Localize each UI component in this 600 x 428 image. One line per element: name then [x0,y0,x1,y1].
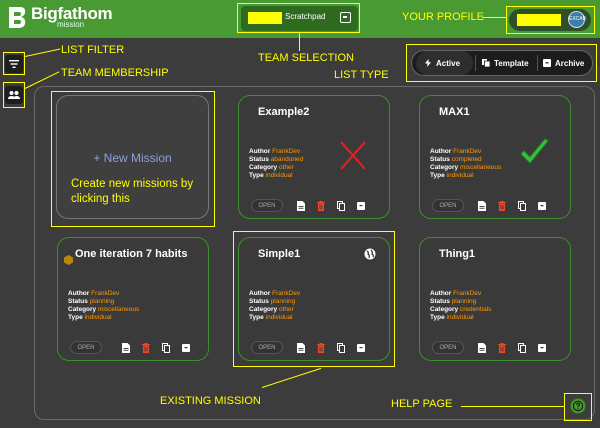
open-button[interactable]: OPEN [251,199,283,212]
mission-meta: Author FrankDev Status completed Categor… [430,148,502,179]
brand-logo[interactable]: Bigfathom mission [6,4,113,30]
mission-card-max1[interactable]: MAX1 Author FrankDev Status completed Ca… [419,95,571,219]
mission-card-example2[interactable]: Example2 Author FrankDev Status abandone… [238,95,390,219]
archive-icon[interactable] [357,201,365,211]
mission-title: MAX1 [439,106,470,118]
document-icon[interactable] [478,201,486,211]
duplicate-icon[interactable] [337,201,345,211]
annotation-list-type: LIST TYPE [334,69,389,81]
open-button[interactable]: OPEN [432,199,464,212]
annotation-your-profile: YOUR PROFILE [402,11,484,23]
mission-title: One iteration 7 habits [75,248,188,260]
trash-icon[interactable] [498,201,506,211]
card-actions: OPEN [432,199,558,215]
duplicate-icon[interactable] [162,343,170,353]
duplicate-icon[interactable] [518,343,526,353]
mission-title: Thing1 [439,248,476,260]
mission-title: Example2 [258,106,310,118]
annotation-box-profile [506,6,595,34]
trash-icon[interactable] [317,201,325,211]
card-actions: OPEN [432,341,558,357]
archive-icon[interactable] [538,343,546,353]
mission-card-one-iteration[interactable]: One iteration 7 habits Author FrankDev S… [57,237,209,361]
x-icon [340,141,366,170]
trash-icon[interactable] [498,343,506,353]
checkmark-icon [520,138,549,164]
annotation-help-page: HELP PAGE [391,398,453,410]
mission-card-thing1[interactable]: Thing1 Author FrankDev Status planning C… [419,237,571,361]
logo-mark-icon [9,7,26,28]
mission-meta: Author FrankDev Status planning Category… [430,290,492,321]
card-actions: OPEN [70,341,196,357]
document-icon[interactable] [478,343,486,353]
annotation-box-existing-mission [233,231,395,367]
duplicate-icon[interactable] [518,201,526,211]
annotation-team-selection: TEAM SELECTION [258,52,354,64]
annotation-team-membership: TEAM MEMBERSHIP [61,67,169,79]
annotation-box-team-selection [237,3,360,33]
annotation-existing-mission: EXISTING MISSION [160,395,261,407]
mission-meta: Author FrankDev Status planning Category… [68,290,140,321]
mission-meta: Author FrankDev Status abandoned Categor… [249,148,304,179]
open-button[interactable]: OPEN [70,341,102,354]
annotation-box-list-type [406,44,597,82]
archive-icon[interactable] [538,201,546,211]
open-button[interactable]: OPEN [432,341,464,354]
annotation-new-mission-hint: Create new missions by clicking this [71,178,194,205]
archive-icon[interactable] [182,343,190,353]
document-icon[interactable] [297,201,305,211]
hexagon-icon [64,255,73,265]
trash-icon[interactable] [142,343,150,353]
annotation-list-filter: LIST FILTER [61,44,125,56]
annotation-box-membership [3,82,25,108]
card-actions: OPEN [251,199,377,215]
annotation-box-filter [3,52,25,75]
document-icon[interactable] [122,343,130,353]
annotation-box-help [564,393,592,421]
